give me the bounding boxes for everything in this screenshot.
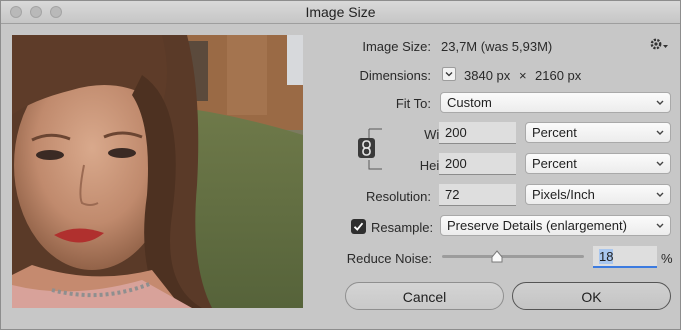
width-input[interactable]: 200 xyxy=(439,122,516,144)
title-bar: Image Size xyxy=(1,1,680,24)
dimensions-height: 2160 px xyxy=(535,68,582,83)
dimensions-units-dropdown[interactable] xyxy=(442,67,456,81)
cancel-button[interactable]: Cancel xyxy=(345,282,504,310)
image-size-value: 23,7M (was 5,93M) xyxy=(441,39,553,54)
resample-label: Resample: xyxy=(371,220,434,235)
checkmark-icon xyxy=(353,222,364,231)
dimensions-width: 3840 px xyxy=(464,68,511,83)
height-unit-select[interactable]: Percent xyxy=(525,153,671,174)
dimensions-times: × xyxy=(519,68,527,83)
fit-to-label: Fit To: xyxy=(395,96,431,111)
chevron-down-icon xyxy=(445,72,453,77)
ok-button[interactable]: OK xyxy=(512,282,671,310)
resample-method-select[interactable]: Preserve Details (enlargement) xyxy=(440,215,671,236)
image-size-label: Image Size: xyxy=(362,39,431,54)
chevron-down-icon xyxy=(656,130,664,135)
resolution-unit-select[interactable]: Pixels/Inch xyxy=(525,184,671,205)
width-unit-select[interactable]: Percent xyxy=(525,122,671,143)
resolution-label: Resolution: xyxy=(365,189,431,204)
reduce-noise-slider-thumb[interactable] xyxy=(490,250,504,264)
reduce-noise-unit: % xyxy=(661,251,673,266)
height-unit-value: Percent xyxy=(532,156,577,171)
resample-checkbox[interactable] xyxy=(351,219,366,234)
resolution-input[interactable]: 72 xyxy=(439,184,516,206)
fit-to-select[interactable]: Custom xyxy=(440,92,671,113)
window-title: Image Size xyxy=(305,4,376,20)
preview-photo xyxy=(12,35,303,308)
reduce-noise-input[interactable]: 18 xyxy=(593,246,657,268)
reduce-noise-value: 18 xyxy=(599,249,614,264)
width-unit-value: Percent xyxy=(532,125,577,140)
image-size-dialog: Image Size Image Size: 23,7M (was 5,93M)… xyxy=(0,0,681,330)
gear-icon[interactable] xyxy=(649,37,669,53)
height-input[interactable]: 200 xyxy=(439,153,516,175)
chevron-down-icon xyxy=(656,192,664,197)
image-preview[interactable] xyxy=(12,35,303,308)
chevron-down-icon xyxy=(656,161,664,166)
resolution-unit-value: Pixels/Inch xyxy=(532,187,595,202)
resample-method-value: Preserve Details (enlargement) xyxy=(447,218,627,233)
chevron-down-icon xyxy=(656,223,664,228)
fit-to-value: Custom xyxy=(447,95,492,110)
reduce-noise-label: Reduce Noise: xyxy=(346,251,432,266)
chevron-down-icon xyxy=(656,100,664,105)
dimensions-label: Dimensions: xyxy=(359,68,431,83)
reduce-noise-slider[interactable] xyxy=(442,255,584,258)
